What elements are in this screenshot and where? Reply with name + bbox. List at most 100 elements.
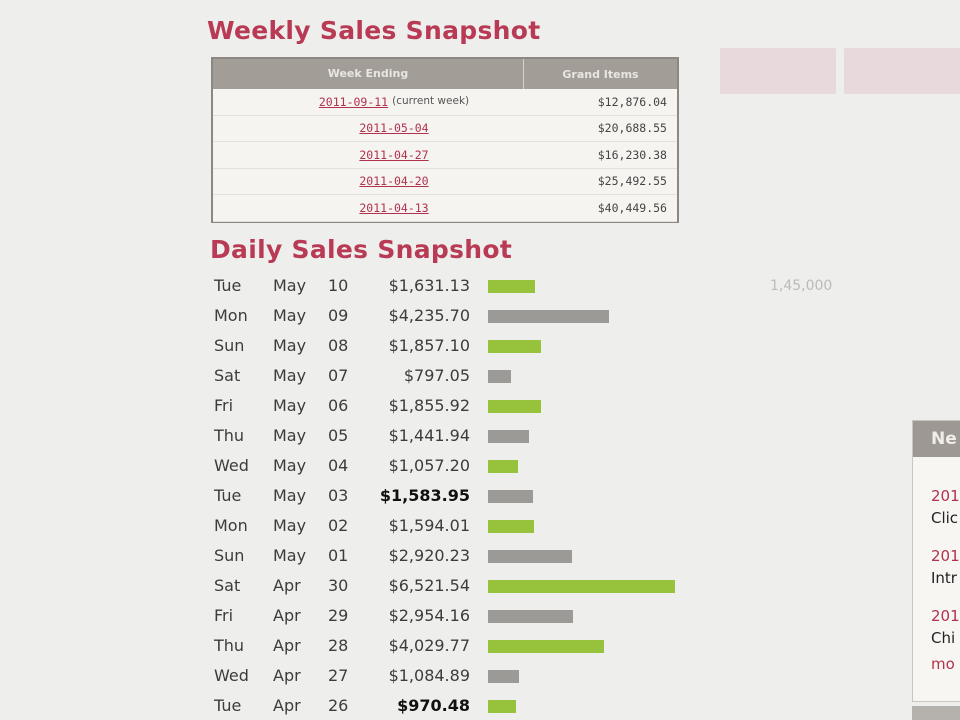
day-number: 07 (328, 366, 349, 385)
sales-bar (488, 700, 516, 713)
week-link[interactable]: 2011-04-13 (359, 201, 428, 215)
sales-bar (488, 310, 609, 323)
day-of-week: Sun (214, 336, 245, 355)
header-grand-total: Grand Items (562, 67, 639, 81)
weekly-sales-table: Week Ending Grand Items 2011-09-11 (curre… (211, 57, 679, 223)
day-of-week: Tue (214, 696, 242, 715)
week-link[interactable]: 2011-09-11 (319, 95, 388, 109)
news-item[interactable]: 201 Clic (913, 485, 960, 529)
day-of-week: Wed (214, 456, 249, 475)
sales-bar (488, 430, 529, 443)
bottom-strip (912, 706, 960, 720)
faded-button[interactable] (844, 48, 960, 94)
list-item: Fri Apr 29 $2,954.16 (214, 601, 684, 631)
sales-bar (488, 460, 518, 473)
day-month: May (273, 516, 307, 535)
day-month: May (273, 426, 307, 445)
day-number: 29 (328, 606, 349, 625)
news-more-link[interactable]: mo (913, 655, 960, 673)
sales-bar (488, 670, 519, 683)
list-item: Sat Apr 30 $6,521.54 (214, 571, 684, 601)
faded-value: 1,45,000 (770, 278, 833, 294)
day-amount: $1,631.13 (388, 276, 470, 295)
list-item: Tue Apr 26 $970.48 (214, 691, 684, 720)
table-row: 2011-04-20 $25,492.55 (213, 169, 677, 195)
list-item: Tue May 10 $1,631.13 (214, 271, 684, 301)
week-amount: $20,688.55 (597, 121, 667, 136)
day-month: May (273, 276, 307, 295)
week-note: (current week) (392, 94, 470, 107)
sales-bar (488, 400, 541, 413)
week-date-cell: 2011-04-20 (213, 174, 523, 188)
sales-bar (488, 490, 533, 503)
day-month: Apr (273, 696, 301, 715)
list-item: Tue May 03 $1,583.95 (214, 481, 684, 511)
day-of-week: Wed (214, 666, 249, 685)
day-month: May (273, 456, 307, 475)
news-text: Clic (931, 509, 959, 527)
day-amount: $1,057.20 (388, 456, 470, 475)
day-amount: $2,954.16 (388, 606, 470, 625)
day-amount: $4,235.70 (388, 306, 470, 325)
day-of-week: Mon (214, 516, 248, 535)
news-panel: Ne 201 Clic 201 Intr 201 Chi mo (912, 420, 960, 702)
week-date-cell: 2011-09-11 (current week) (213, 95, 523, 109)
daily-sales-title: Daily Sales Snapshot (210, 235, 513, 264)
day-of-week: Mon (214, 306, 248, 325)
day-number: 05 (328, 426, 349, 445)
list-item: Wed Apr 27 $1,084.89 (214, 661, 684, 691)
day-of-week: Sat (214, 366, 241, 385)
sales-dashboard: Weekly Sales Snapshot Week Ending Grand … (0, 0, 960, 720)
list-item: Sat May 07 $797.05 (214, 361, 684, 391)
news-item[interactable]: 201 Intr (913, 545, 960, 589)
day-amount: $1,084.89 (388, 666, 470, 685)
day-month: May (273, 336, 307, 355)
header-week-ending: Week Ending (213, 59, 524, 89)
day-month: May (273, 546, 307, 565)
news-items: 201 Clic 201 Intr 201 Chi (913, 485, 960, 649)
day-number: 27 (328, 666, 349, 685)
day-month: Apr (273, 666, 301, 685)
week-amount: $16,230.38 (597, 147, 667, 162)
news-year: 201 (931, 547, 960, 565)
list-item: Sun May 08 $1,857.10 (214, 331, 684, 361)
day-of-week: Fri (214, 606, 234, 625)
day-amount: $2,920.23 (388, 546, 470, 565)
week-amount: $25,492.55 (597, 174, 667, 189)
weekly-sales-title: Weekly Sales Snapshot (207, 16, 541, 45)
sales-bar (488, 580, 675, 593)
sales-bar (488, 640, 604, 653)
day-number: 28 (328, 636, 349, 655)
weekly-rows: 2011-09-11 (current week) $12,876.04 2011-0… (213, 89, 677, 222)
day-month: Apr (273, 576, 301, 595)
day-amount: $970.48 (397, 696, 470, 715)
day-amount: $4,029.77 (388, 636, 470, 655)
sales-bar (488, 370, 511, 383)
day-amount: $1,857.10 (388, 336, 470, 355)
day-number: 01 (328, 546, 349, 565)
week-link[interactable]: 2011-04-27 (359, 148, 428, 162)
day-of-week: Tue (214, 486, 242, 505)
faded-button[interactable] (720, 48, 836, 94)
list-item: Thu Apr 28 $4,029.77 (214, 631, 684, 661)
day-month: Apr (273, 606, 301, 625)
week-link[interactable]: 2011-05-04 (359, 121, 428, 135)
week-amount: $40,449.56 (597, 200, 667, 215)
day-of-week: Sat (214, 576, 241, 595)
sales-bar (488, 610, 573, 623)
faded-button-group (720, 48, 960, 96)
day-month: Apr (273, 636, 301, 655)
list-item: Wed May 04 $1,057.20 (214, 451, 684, 481)
day-number: 30 (328, 576, 349, 595)
day-amount: $1,855.92 (388, 396, 470, 415)
table-row: 2011-05-04 $20,688.55 (213, 116, 677, 142)
day-month: May (273, 396, 307, 415)
news-item[interactable]: 201 Chi (913, 605, 960, 649)
week-date-cell: 2011-05-04 (213, 121, 523, 135)
news-year: 201 (931, 607, 960, 625)
week-link[interactable]: 2011-04-20 (359, 174, 428, 188)
week-date-cell: 2011-04-27 (213, 148, 523, 162)
news-text: Intr (931, 569, 957, 587)
day-number: 10 (328, 276, 349, 295)
table-row: 2011-09-11 (current week) $12,876.04 (213, 89, 677, 116)
